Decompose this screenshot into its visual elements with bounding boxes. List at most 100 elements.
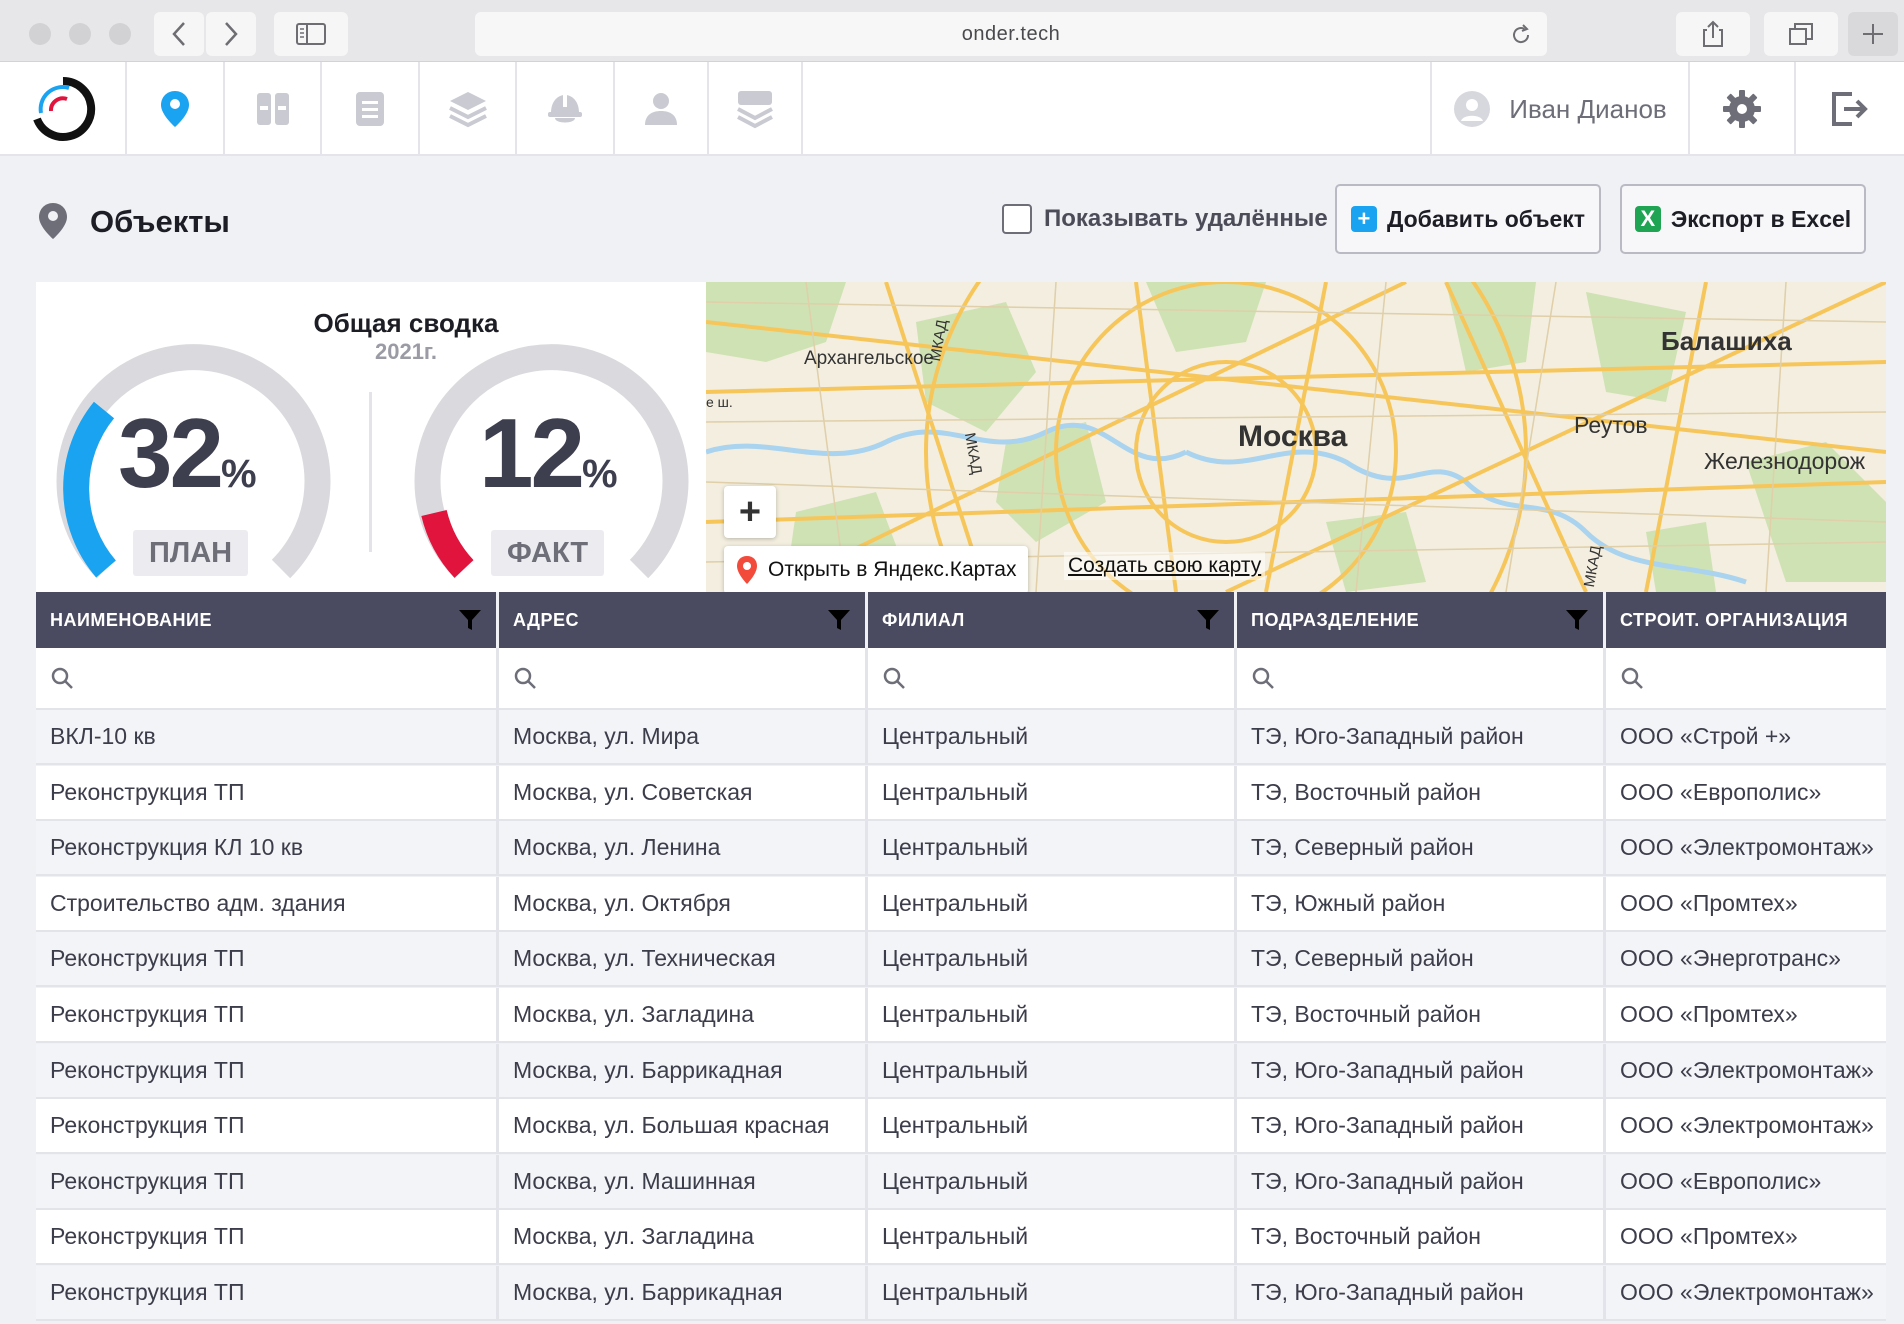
nav-documents[interactable] xyxy=(322,62,420,156)
cell-division: ТЭ, Южный район xyxy=(1237,876,1606,932)
table-row[interactable]: Реконструкция ТП Москва, ул. Баррикадная Ц… xyxy=(36,1266,1886,1321)
new-tab-button[interactable] xyxy=(1848,12,1898,56)
column-header-label: НАИМЕНОВАНИЕ xyxy=(50,609,212,630)
map-zoom-in-button[interactable]: + xyxy=(724,486,776,538)
cell-branch: Центральный xyxy=(868,988,1237,1043)
yandex-pin-icon xyxy=(737,556,757,584)
back-button[interactable] xyxy=(154,12,204,56)
cell-name: Реконструкция ТП xyxy=(36,1210,499,1266)
table-row[interactable]: ВКЛ-10 кв Москва, ул. Мира Центральный ТЭ, … xyxy=(36,710,1886,765)
plus-icon: + xyxy=(738,490,762,533)
export-excel-button[interactable]: X Экспорт в Excel xyxy=(1620,184,1866,254)
chevron-left-icon xyxy=(172,22,185,46)
map-label-balashikha: Балашиха xyxy=(1661,326,1792,356)
logout-button[interactable] xyxy=(1796,62,1904,156)
fact-value: 12 xyxy=(479,398,585,508)
summary-card: Общая сводка 2021г. 32% ПЛАН 12% ФАКТ xyxy=(36,282,706,592)
table-row[interactable]: Реконструкция ТП Москва, ул. Большая крас… xyxy=(36,1099,1886,1155)
cell-address: Москва, ул. Баррикадная xyxy=(499,1266,868,1321)
table-search-row xyxy=(36,648,1886,710)
nav-layers[interactable] xyxy=(420,62,517,156)
window-minimize-button[interactable] xyxy=(69,23,91,45)
show-deleted-toggle[interactable]: Показывать удалённые xyxy=(1002,204,1328,234)
nav-workers[interactable] xyxy=(517,62,615,156)
create-map-link[interactable]: Создать свою карту xyxy=(1064,552,1266,580)
plan-percent: 32% xyxy=(118,397,257,510)
sidebar-toggle-button[interactable] xyxy=(274,12,348,56)
cell-division: ТЭ, Восточный район xyxy=(1237,765,1606,821)
column-header-label: ФИЛИАЛ xyxy=(882,609,965,630)
table-row[interactable]: Реконструкция ТП Москва, ул. Советская Цен… xyxy=(36,765,1886,821)
map-label-reutov: Реутов xyxy=(1574,412,1648,438)
cell-name: Реконструкция ТП xyxy=(36,1266,499,1321)
search-input-name[interactable] xyxy=(36,648,499,710)
search-icon xyxy=(51,667,73,689)
cell-branch: Центральный xyxy=(868,1099,1237,1155)
filter-icon[interactable] xyxy=(1196,608,1220,632)
cell-branch: Центральный xyxy=(868,876,1237,932)
share-button[interactable] xyxy=(1676,12,1750,56)
nav-objects[interactable] xyxy=(127,62,225,156)
summary-divider xyxy=(369,392,372,552)
cell-division: ТЭ, Восточный район xyxy=(1237,1210,1606,1266)
cell-address: Москва, ул. Октября xyxy=(499,876,868,932)
cell-address: Москва, ул. Мира xyxy=(499,710,868,765)
table-row[interactable]: Строительство адм. здания Москва, ул. Окт… xyxy=(36,876,1886,932)
nav-dashboard[interactable] xyxy=(225,62,322,156)
settings-button[interactable] xyxy=(1690,62,1796,156)
open-yandex-label: Открыть в Яндекс.Картах xyxy=(768,558,1017,581)
table-row[interactable]: Реконструкция ТП Москва, ул. Баррикадная Ц… xyxy=(36,1043,1886,1099)
window-zoom-button[interactable] xyxy=(109,23,131,45)
address-bar[interactable]: onder.tech xyxy=(475,12,1547,56)
filter-icon[interactable] xyxy=(827,608,851,632)
forward-button[interactable] xyxy=(206,12,256,56)
avatar xyxy=(1454,91,1491,127)
nav-users[interactable] xyxy=(615,62,709,156)
cell-division: ТЭ, Юго-Западный район xyxy=(1237,710,1606,765)
column-header-address[interactable]: АДРЕС xyxy=(499,592,868,648)
column-header-name[interactable]: НАИМЕНОВАНИЕ xyxy=(36,592,499,648)
cell-name: Реконструкция ТП xyxy=(36,1154,499,1210)
table-row[interactable]: Реконструкция ТП Москва, ул. Машинная Цент… xyxy=(36,1154,1886,1210)
tabs-overview-button[interactable] xyxy=(1764,12,1838,56)
user-icon xyxy=(645,93,677,125)
filter-icon[interactable] xyxy=(458,608,482,632)
search-input-division[interactable] xyxy=(1237,648,1606,710)
filter-icon[interactable] xyxy=(1565,608,1589,632)
search-input-address[interactable] xyxy=(499,648,868,710)
table-row[interactable]: Реконструкция ТП Москва, ул. Техническая Ц… xyxy=(36,932,1886,988)
map-widget[interactable]: Архангельское Москва Балашиха Реутов Жел… xyxy=(706,282,1886,592)
add-object-button[interactable]: + Добавить объект xyxy=(1335,184,1601,254)
search-input-contractor[interactable] xyxy=(1606,648,1886,710)
table-row[interactable]: Реконструкция ТП Москва, ул. Загладина Цен… xyxy=(36,988,1886,1043)
nav-stack[interactable] xyxy=(709,62,803,156)
window-close-button[interactable] xyxy=(29,23,51,45)
stack-icon xyxy=(737,91,773,129)
layers-icon xyxy=(448,92,487,128)
table-row[interactable]: Реконструкция КЛ 10 кв Москва, ул. Ленина… xyxy=(36,821,1886,877)
cell-address: Москва, ул. Баррикадная xyxy=(499,1043,868,1099)
column-header-division[interactable]: ПОДРАЗДЕЛЕНИЕ xyxy=(1237,592,1606,648)
logo[interactable] xyxy=(0,62,127,156)
show-deleted-checkbox[interactable] xyxy=(1002,204,1032,234)
column-header-contractor[interactable]: СТРОИТ. ОРГАНИЗАЦИЯ xyxy=(1606,592,1886,648)
cell-branch: Центральный xyxy=(868,1266,1237,1321)
export-excel-label: Экспорт в Excel xyxy=(1670,205,1852,232)
user-profile[interactable]: Иван Дианов xyxy=(1430,62,1690,156)
table-row[interactable]: Реконструкция ТП Москва, ул. Загладина Цен… xyxy=(36,1210,1886,1266)
plan-progress-arc xyxy=(63,401,117,578)
map-pin-icon xyxy=(39,203,67,239)
map-label-moscow: Москва xyxy=(1238,420,1348,453)
cell-branch: Центральный xyxy=(868,765,1237,821)
fact-label: ФАКТ xyxy=(491,530,605,576)
column-header-branch[interactable]: ФИЛИАЛ xyxy=(868,592,1237,648)
cell-branch: Центральный xyxy=(868,821,1237,877)
fact-percent: 12% xyxy=(479,397,618,510)
cell-address: Москва, ул. Загладина xyxy=(499,1210,868,1266)
dashboard-grid-icon xyxy=(256,93,289,125)
cell-name: ВКЛ-10 кв xyxy=(36,710,499,765)
search-input-branch[interactable] xyxy=(868,648,1237,710)
map-label-esh: е ш. xyxy=(706,394,733,410)
open-yandex-maps-button[interactable]: Открыть в Яндекс.Картах xyxy=(724,546,1029,592)
cell-branch: Центральный xyxy=(868,1043,1237,1099)
